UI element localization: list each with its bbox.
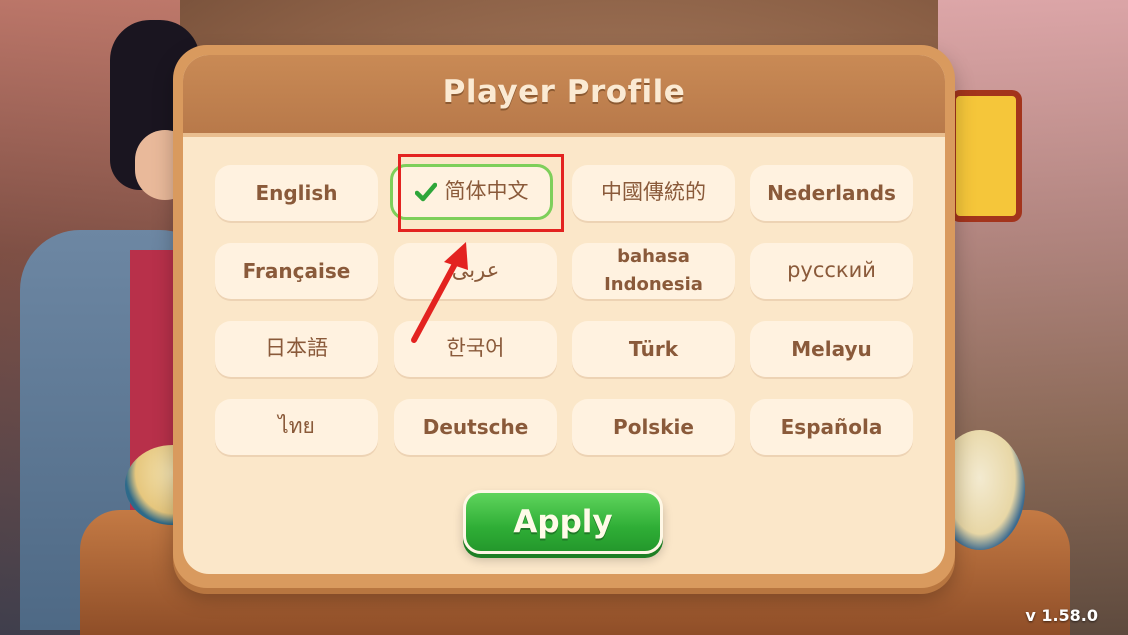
language-option-arabic[interactable]: عربى <box>394 243 557 299</box>
language-label: Nederlands <box>767 181 896 205</box>
language-label: 中國傳統的 <box>601 180 706 205</box>
apply-button[interactable]: Apply <box>463 490 663 554</box>
background-game-logo <box>950 90 1060 280</box>
language-option-french[interactable]: Française <box>215 243 378 299</box>
language-option-korean[interactable]: 한국어 <box>394 321 557 377</box>
language-label: Polskie <box>613 415 694 439</box>
check-icon <box>414 182 437 202</box>
language-label: 日本語 <box>265 336 328 361</box>
language-option-polish[interactable]: Polskie <box>572 399 735 455</box>
language-label-line1: bahasa <box>617 246 690 267</box>
language-option-japanese[interactable]: 日本語 <box>215 321 378 377</box>
language-option-indonesian[interactable]: bahasa Indonesia <box>572 243 735 299</box>
logo-letter-block <box>950 90 1022 222</box>
language-label: 简体中文 <box>444 179 529 204</box>
language-label: 한국어 <box>446 336 505 361</box>
version-label: v 1.58.0 <box>1025 606 1098 625</box>
language-option-simplified-chinese[interactable]: 简体中文 <box>390 164 553 220</box>
language-option-malay[interactable]: Melayu <box>750 321 913 377</box>
language-label-line2: Indonesia <box>604 274 703 295</box>
game-scene: Player Profile English 简体中文 中國傳統的 Nederl… <box>0 0 1128 635</box>
language-label: ไทย <box>278 414 315 439</box>
language-label: Melayu <box>791 337 872 361</box>
language-option-dutch[interactable]: Nederlands <box>750 165 913 221</box>
dialog-header: Player Profile <box>183 55 945 137</box>
dialog-title: Player Profile <box>442 74 686 110</box>
language-option-russian[interactable]: русский <box>750 243 913 299</box>
language-option-traditional-chinese[interactable]: 中國傳統的 <box>572 165 735 221</box>
language-label: Française <box>242 259 351 283</box>
language-label: Türk <box>628 337 679 361</box>
language-label: عربى <box>451 258 500 283</box>
language-option-spanish[interactable]: Española <box>750 399 913 455</box>
language-option-german[interactable]: Deutsche <box>394 399 557 455</box>
language-label: русский <box>787 258 876 283</box>
language-label: English <box>255 181 338 205</box>
language-option-english[interactable]: English <box>215 165 378 221</box>
language-option-thai[interactable]: ไทย <box>215 399 378 455</box>
language-label: Española <box>780 415 883 439</box>
language-option-turkish[interactable]: Türk <box>572 321 735 377</box>
language-label: Deutsche <box>422 415 529 439</box>
